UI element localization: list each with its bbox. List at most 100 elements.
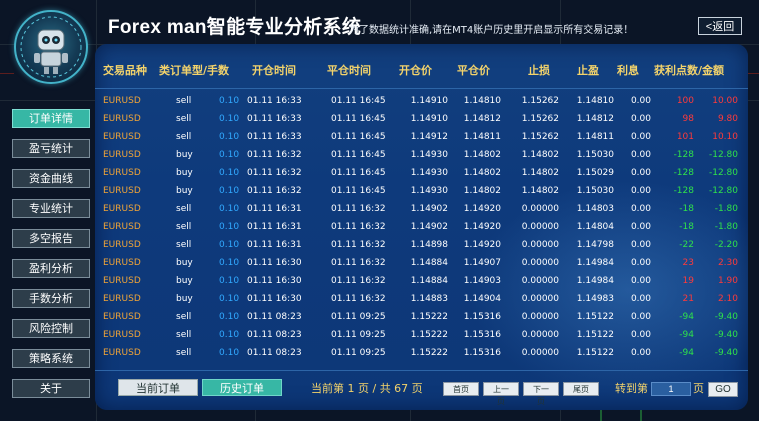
table-row[interactable]: EURUSD buy 0.10 01.11 16:32 01.11 16:45 1.149… — [95, 182, 748, 200]
cell-points: -18 — [679, 204, 694, 214]
cell-close-price: 1.14903 — [463, 276, 501, 286]
cell-close-price: 1.14802 — [463, 150, 501, 160]
robot-logo — [14, 10, 88, 84]
table-row[interactable]: EURUSD sell 0.10 01.11 08:23 01.11 09:25 1.15… — [95, 326, 748, 344]
table-row[interactable]: EURUSD buy 0.10 01.11 16:32 01.11 16:45 1.149… — [95, 164, 748, 182]
table-row[interactable]: EURUSD sell 0.10 01.11 08:23 01.11 09:25 1.15… — [95, 344, 748, 362]
cell-type: buy — [176, 276, 193, 286]
cell-close-time: 01.11 16:32 — [331, 222, 386, 232]
table-row[interactable]: EURUSD sell 0.10 01.11 16:33 01.11 16:45 1.14… — [95, 128, 748, 146]
cell-type: buy — [176, 294, 193, 304]
cell-open-time: 01.11 16:31 — [247, 222, 302, 232]
sidebar-item-6[interactable]: 手数分析 — [12, 289, 90, 308]
cell-symbol: EURUSD — [103, 330, 141, 340]
app-title: Forex man智能专业分析系统 — [108, 17, 362, 38]
prev-page-button[interactable]: 上一页 — [483, 382, 519, 406]
sidebar-item-5[interactable]: 盈利分析 — [12, 259, 90, 278]
back-button[interactable]: <返回 — [698, 17, 742, 35]
cell-close-time: 01.11 16:32 — [331, 276, 386, 286]
cell-type: buy — [176, 150, 193, 160]
cell-lots: 0.10 — [219, 96, 240, 106]
cell-close-price: 1.15316 — [463, 312, 501, 322]
cell-amount: -1.80 — [714, 204, 738, 214]
go-button[interactable]: GO — [708, 382, 738, 397]
cell-take-profit: 1.14804 — [576, 222, 614, 232]
cell-symbol: EURUSD — [103, 150, 141, 160]
cell-points: -94 — [679, 348, 694, 358]
cell-close-time: 01.11 16:32 — [331, 258, 386, 268]
last-page-button[interactable]: 尾页 — [563, 382, 599, 396]
sidebar-item-7[interactable]: 风险控制 — [12, 319, 90, 338]
goto-page-input[interactable] — [651, 382, 691, 396]
cell-type: sell — [176, 348, 192, 358]
cell-take-profit: 1.14798 — [576, 240, 614, 250]
cell-symbol: EURUSD — [103, 132, 141, 142]
cell-symbol: EURUSD — [103, 96, 141, 106]
cell-take-profit: 1.14803 — [576, 204, 614, 214]
first-page-button[interactable]: 首页 — [443, 382, 479, 396]
table-row[interactable]: EURUSD sell 0.10 01.11 16:33 01.11 16:45 1.14… — [95, 92, 748, 110]
cell-amount: -12.80 — [708, 168, 738, 178]
table-row[interactable]: EURUSD sell 0.10 01.11 16:31 01.11 16:32 1.14… — [95, 218, 748, 236]
cell-amount: -9.40 — [714, 312, 738, 322]
column-header-take-profit: 止盈 — [577, 64, 599, 77]
cell-close-price: 1.14920 — [463, 222, 501, 232]
cell-open-price: 1.14930 — [410, 168, 448, 178]
cell-open-price: 1.14910 — [410, 114, 448, 124]
cell-lots: 0.10 — [219, 114, 240, 124]
cell-take-profit: 1.14984 — [576, 258, 614, 268]
sidebar-item-9[interactable]: 关于 — [12, 379, 90, 398]
cell-swap: 0.00 — [630, 186, 651, 196]
cell-amount: 10.10 — [712, 132, 738, 142]
table-row[interactable]: EURUSD buy 0.10 01.11 16:32 01.11 16:45 1.149… — [95, 146, 748, 164]
table-row[interactable]: EURUSD buy 0.10 01.11 16:30 01.11 16:32 1.148… — [95, 272, 748, 290]
cell-lots: 0.10 — [219, 132, 240, 142]
sidebar-item-4[interactable]: 多空报告 — [12, 229, 90, 248]
table-row[interactable]: EURUSD sell 0.10 01.11 16:31 01.11 16:32 1.14… — [95, 200, 748, 218]
sidebar-item-1[interactable]: 盈亏统计 — [12, 139, 90, 158]
table-row[interactable]: EURUSD sell 0.10 01.11 16:33 01.11 16:45 1.14… — [95, 110, 748, 128]
table-row[interactable]: EURUSD sell 0.10 01.11 08:23 01.11 09:25 1.15… — [95, 308, 748, 326]
cell-symbol: EURUSD — [103, 186, 141, 196]
cell-stop-loss: 0.00000 — [521, 276, 559, 286]
cell-close-price: 1.14811 — [463, 132, 501, 142]
cell-lots: 0.10 — [219, 240, 240, 250]
cell-take-profit: 1.14984 — [576, 276, 614, 286]
cell-lots: 0.10 — [219, 186, 240, 196]
cell-open-price: 1.15222 — [410, 312, 448, 322]
cell-type: sell — [176, 96, 192, 106]
cell-take-profit: 1.14811 — [576, 132, 614, 142]
cell-open-price: 1.14910 — [410, 96, 448, 106]
sidebar-item-3[interactable]: 专业统计 — [12, 199, 90, 218]
cell-swap: 0.00 — [630, 222, 651, 232]
cell-open-price: 1.15222 — [410, 330, 448, 340]
cell-stop-loss: 0.00000 — [521, 312, 559, 322]
sidebar-item-8[interactable]: 策略系统 — [12, 349, 90, 368]
table-row[interactable]: EURUSD buy 0.10 01.11 16:30 01.11 16:32 1.148… — [95, 290, 748, 308]
cell-swap: 0.00 — [630, 114, 651, 124]
cell-take-profit: 1.15029 — [576, 168, 614, 178]
column-header-open-price: 开仓价 — [399, 64, 432, 77]
app-subtitle: 为了数据统计准确,请在MT4账户历史里开启显示所有交易记录！ — [349, 25, 634, 36]
red-guide-line — [0, 73, 14, 74]
cell-close-time: 01.11 16:45 — [331, 186, 386, 196]
cell-open-price: 1.14884 — [410, 276, 448, 286]
history-orders-button[interactable]: 历史订单 — [202, 379, 282, 396]
column-header-symbol: 交易品种 — [103, 64, 147, 77]
sidebar-item-0[interactable]: 订单详情 — [12, 109, 90, 128]
table-row[interactable]: EURUSD buy 0.10 01.11 16:30 01.11 16:32 1.148… — [95, 254, 748, 272]
cell-close-time: 01.11 16:45 — [331, 168, 386, 178]
next-page-button[interactable]: 下一页 — [523, 382, 559, 406]
table-row[interactable]: EURUSD sell 0.10 01.11 16:31 01.11 16:32 1.14… — [95, 236, 748, 254]
current-orders-button[interactable]: 当前订单 — [118, 379, 198, 396]
cell-lots: 0.10 — [219, 276, 240, 286]
cell-stop-loss: 1.14802 — [521, 186, 559, 196]
cell-open-time: 01.11 16:31 — [247, 240, 302, 250]
sidebar-item-2[interactable]: 资金曲线 — [12, 169, 90, 188]
cell-close-price: 1.14907 — [463, 258, 501, 268]
column-header-close-price: 平仓价 — [457, 64, 490, 77]
cell-close-time: 01.11 16:45 — [331, 132, 386, 142]
cell-open-time: 01.11 08:23 — [247, 312, 302, 322]
cell-open-time: 01.11 08:23 — [247, 348, 302, 358]
cell-take-profit: 1.14812 — [576, 114, 614, 124]
